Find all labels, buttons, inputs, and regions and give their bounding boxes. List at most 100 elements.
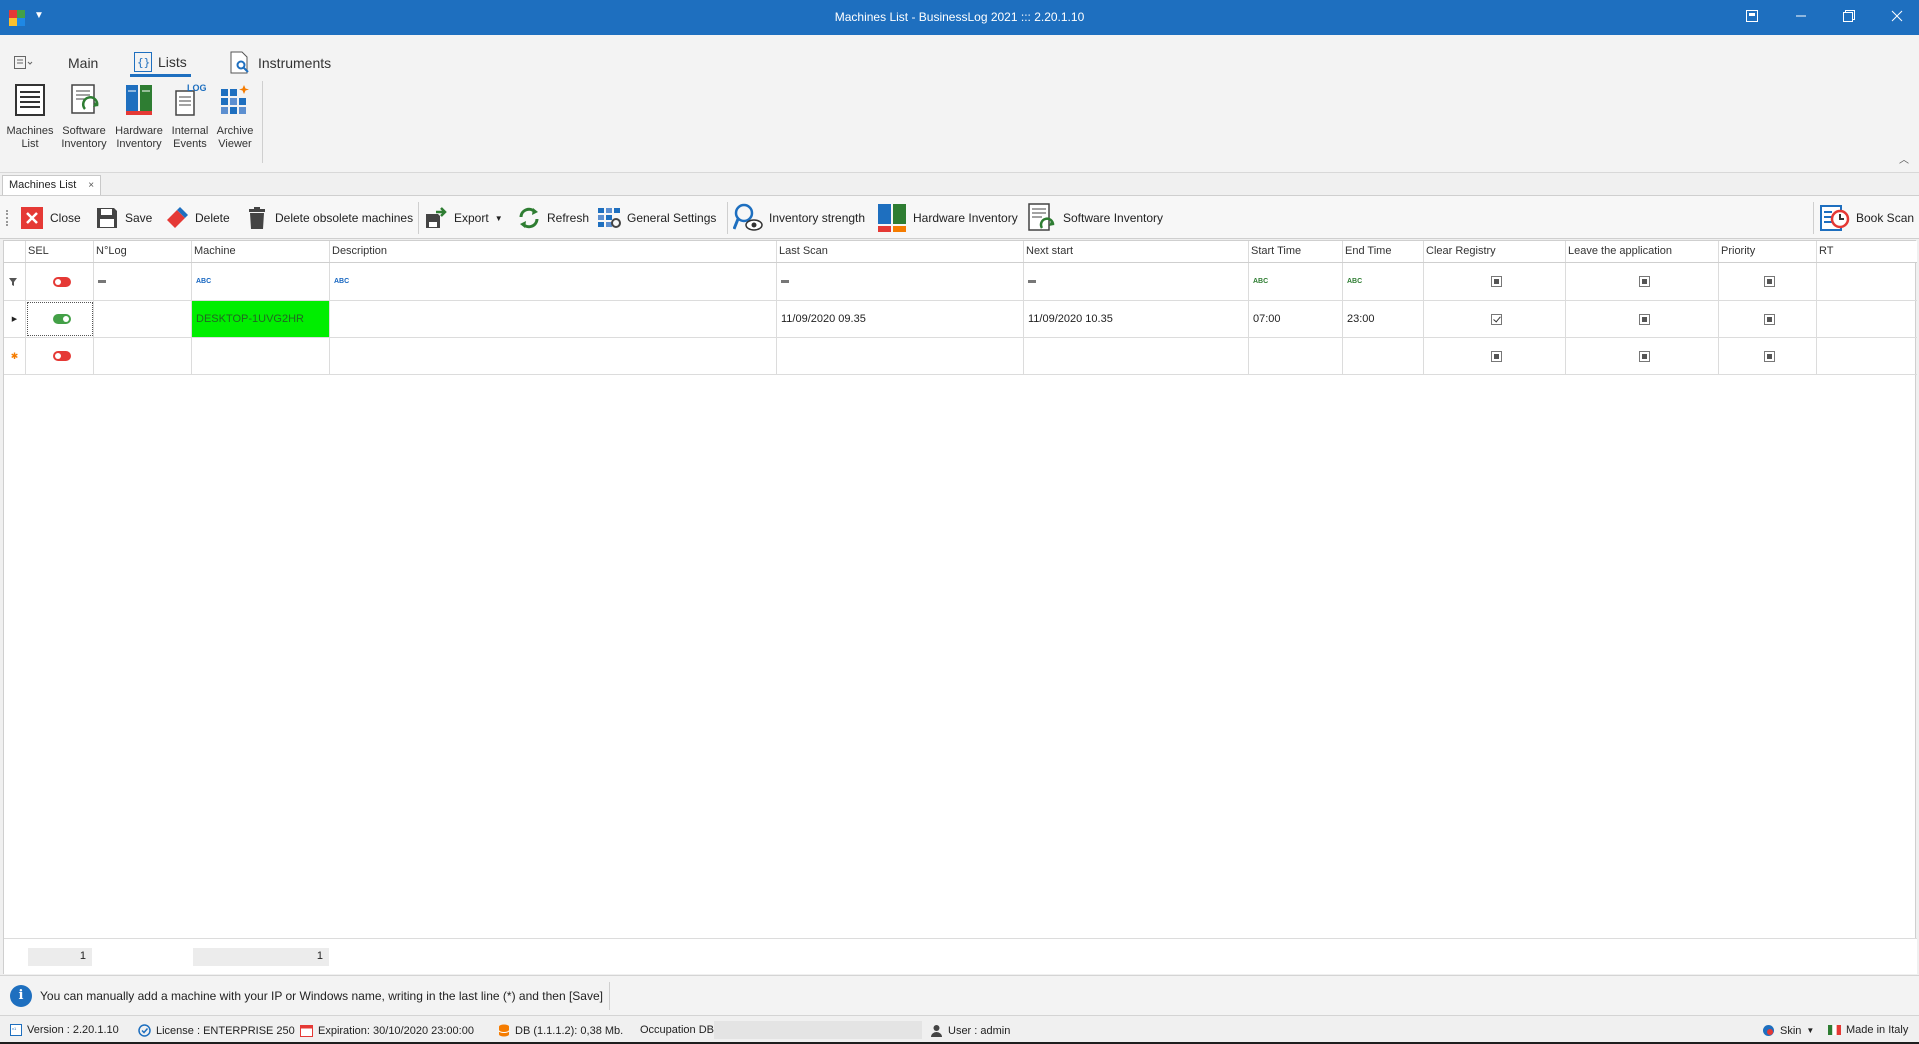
new-cell-next-start[interactable] [1024, 338, 1249, 374]
book-scan-button[interactable]: Book Scan [1820, 204, 1914, 232]
inventory-strength-button[interactable]: Inventory strength [733, 203, 866, 232]
new-cell-start-time[interactable] [1249, 338, 1343, 374]
skin-menu[interactable]: Skin ▼ [1762, 1024, 1814, 1037]
close-tab-icon[interactable]: × [88, 176, 94, 195]
document-tab-label: Machines List [9, 179, 77, 191]
filter-clear-registry[interactable] [1424, 263, 1566, 300]
minimize-button[interactable] [1781, 4, 1821, 31]
col-header-priority[interactable]: Priority [1719, 241, 1817, 262]
archive-viewer-button[interactable]: Archive Viewer [207, 83, 263, 151]
refresh-button[interactable]: Refresh [517, 204, 589, 232]
cell-leave-application[interactable] [1566, 301, 1719, 337]
ribbon-menu-button[interactable] [14, 49, 34, 77]
filter-end-time[interactable]: ABC [1343, 263, 1424, 300]
filter-next-start[interactable] [1024, 263, 1249, 300]
skin-label: Skin [1780, 1024, 1802, 1037]
new-row[interactable]: ✱ [4, 338, 1917, 375]
filter-leave-application[interactable] [1566, 263, 1719, 300]
close-window-button[interactable] [1877, 4, 1917, 31]
filter-last-scan[interactable] [777, 263, 1024, 300]
occupation-progress-bar [714, 1021, 922, 1039]
new-cell-leave-application[interactable] [1566, 338, 1719, 374]
checkbox [1638, 350, 1650, 362]
grid-footer: 1 1 [4, 938, 1917, 974]
delete-button[interactable]: Delete [165, 204, 230, 232]
inventory-strength-label: Inventory strength [769, 211, 866, 225]
col-header-sel[interactable]: SEL [26, 241, 94, 262]
cell-machine[interactable]: DESKTOP-1UVG2HR [192, 301, 330, 337]
filter-description[interactable]: ABC [330, 263, 777, 300]
skin-icon [1763, 1025, 1774, 1036]
col-header-leave-application[interactable]: Leave the application [1566, 241, 1719, 262]
filter-row-indicator [4, 263, 26, 300]
new-cell-priority[interactable] [1719, 338, 1817, 374]
col-header-nlog[interactable]: N°Log [94, 241, 192, 262]
tab-instruments[interactable]: Instruments [228, 49, 331, 77]
new-cell-description[interactable] [330, 338, 777, 374]
cell-rt[interactable] [1817, 301, 1917, 337]
trash-icon [249, 207, 265, 229]
cell-nlog[interactable] [94, 301, 192, 337]
table-row[interactable]: ▶ DESKTOP-1UVG2HR 11/09/2020 09.35 11/09… [4, 301, 1917, 338]
collapse-ribbon-icon[interactable]: ︿ [1899, 151, 1909, 166]
software-inventory-toolbar-button[interactable]: Software Inventory [1027, 203, 1163, 232]
cell-start-time[interactable]: 07:00 [1249, 301, 1343, 337]
restore-panel-button[interactable] [1732, 4, 1772, 31]
status-license: License : ENTERPRISE 250 [138, 1024, 295, 1037]
hardware-inventory-button[interactable]: Hardware Inventory [877, 204, 1018, 232]
close-button[interactable]: Close [20, 204, 81, 232]
cell-clear-registry[interactable] [1424, 301, 1566, 337]
checkbox [1764, 350, 1775, 362]
col-header-machine[interactable]: Machine [192, 241, 330, 262]
hardware-inventory-ribbon-button[interactable]: Hardware Inventory [111, 83, 167, 151]
filter-start-time[interactable]: ABC [1249, 263, 1343, 300]
new-cell-sel[interactable] [26, 338, 94, 374]
general-settings-button[interactable]: General Settings [597, 204, 716, 232]
new-cell-clear-registry[interactable] [1424, 338, 1566, 374]
db-text: DB (1.1.1.2): 0,38 Mb. [515, 1024, 624, 1037]
cell-last-scan[interactable]: 11/09/2020 09.35 [777, 301, 1024, 337]
export-button[interactable]: Export ▼ [424, 204, 503, 232]
machine-count-summary: 1 [193, 948, 329, 966]
made-in-text: Made in Italy [1846, 1024, 1909, 1036]
filter-sel[interactable] [26, 263, 94, 300]
save-button[interactable]: Save [95, 204, 152, 232]
cell-next-start[interactable]: 11/09/2020 10.35 [1024, 301, 1249, 337]
export-dropdown-icon: ▼ [494, 213, 503, 223]
machines-list-button[interactable]: Machines List [2, 83, 58, 151]
new-row-star-icon: ✱ [4, 338, 26, 374]
col-header-last-scan[interactable]: Last Scan [777, 241, 1024, 262]
col-header-rt[interactable]: RT [1817, 241, 1917, 262]
col-header-clear-registry[interactable]: Clear Registry [1424, 241, 1566, 262]
col-header-next-start[interactable]: Next start [1024, 241, 1249, 262]
col-header-description[interactable]: Description [330, 241, 777, 262]
filter-rt[interactable] [1817, 263, 1917, 300]
calendar-icon [300, 1025, 313, 1037]
cell-description[interactable] [330, 301, 777, 337]
filter-priority[interactable] [1719, 263, 1817, 300]
tab-main[interactable]: Main [68, 49, 98, 77]
document-tab-machines-list[interactable]: Machines List × [2, 175, 102, 195]
delete-obsolete-machines-button[interactable]: Delete obsolete machines [245, 204, 413, 232]
new-cell-end-time[interactable] [1343, 338, 1424, 374]
software-inventory-toolbar-icon [1028, 203, 1055, 231]
new-cell-machine[interactable] [192, 338, 330, 374]
filter-nlog[interactable] [94, 263, 192, 300]
filter-icon [9, 277, 17, 286]
cell-end-time[interactable]: 23:00 [1343, 301, 1424, 337]
col-header-start-time[interactable]: Start Time [1249, 241, 1343, 262]
software-inventory-button[interactable]: Software Inventory [56, 83, 112, 151]
new-cell-last-scan[interactable] [777, 338, 1024, 374]
toolbar-grip[interactable] [6, 210, 8, 226]
new-cell-nlog[interactable] [94, 338, 192, 374]
close-icon [1891, 10, 1903, 22]
maximize-button[interactable] [1829, 4, 1869, 31]
user-icon [931, 1025, 942, 1037]
col-header-end-time[interactable]: End Time [1343, 241, 1424, 262]
filter-machine[interactable]: ABC [192, 263, 330, 300]
new-cell-rt[interactable] [1817, 338, 1917, 374]
cell-priority[interactable] [1719, 301, 1817, 337]
status-made-in: Made in Italy [1828, 1024, 1908, 1036]
tab-lists[interactable]: {} Lists [130, 49, 191, 77]
cell-sel[interactable] [26, 301, 94, 337]
